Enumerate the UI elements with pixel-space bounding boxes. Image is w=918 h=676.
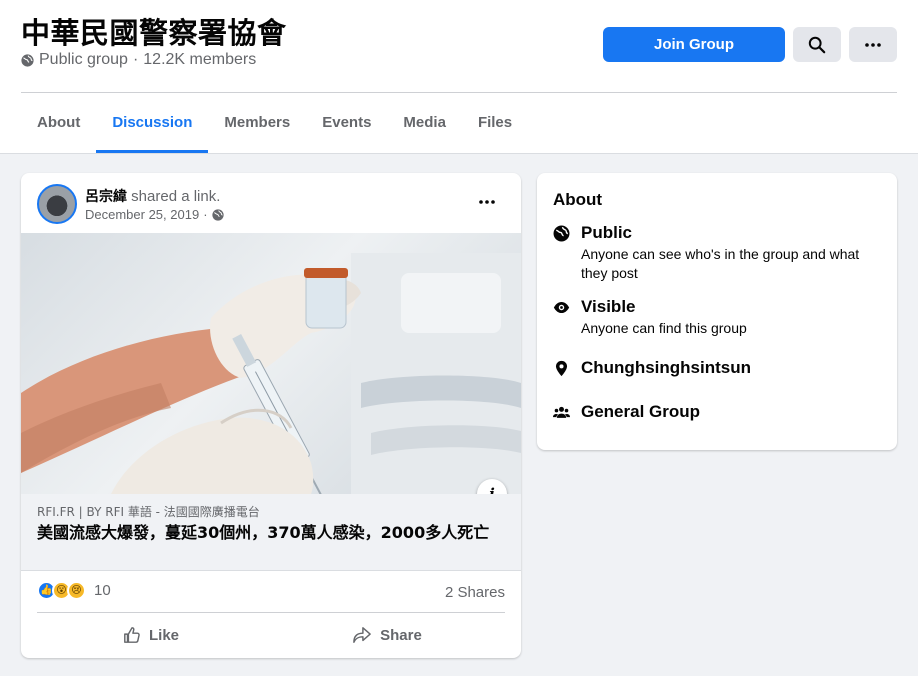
tab-media[interactable]: Media [387,93,462,153]
post-card: 呂宗緯 shared a link. December 25, 2019 · R… [21,173,521,658]
link-preview-image[interactable] [21,233,521,494]
shares-count[interactable]: 2 Shares [445,584,505,601]
tab-events[interactable]: Events [306,93,387,153]
post-author-name[interactable]: 呂宗緯 [85,189,127,205]
about-item-title: Visible [581,297,636,316]
group-header: 中華民國警察署協會 Public group · 12.2K members J… [0,0,918,154]
about-item-location: Chunghsinghsintsun [553,358,751,382]
tab-discussion[interactable]: Discussion [96,93,209,153]
join-group-button[interactable]: Join Group [603,27,785,62]
share-label: Share [380,626,422,644]
about-item-group-type: General Group [553,402,700,426]
post-date[interactable]: December 25, 2019 [85,207,199,222]
search-button[interactable] [793,27,841,62]
group-members-count[interactable]: 12.2K members [143,51,256,69]
date-separator: · [203,207,208,222]
eye-icon [553,301,570,314]
post-date-line: December 25, 2019 · [85,207,224,222]
link-title[interactable]: 美國流感大爆發，蔓延30個州，370萬人感染，2000多人死亡 [37,523,497,543]
author-avatar[interactable] [37,184,77,224]
sad-reaction-icon: 😢 [67,581,86,600]
tab-members[interactable]: Members [208,93,306,153]
tab-files[interactable]: Files [462,93,528,153]
link-preview[interactable]: RFI.FR | BY RFI 華語 - 法國國際廣播電台 美國流感大爆發，蔓延… [21,494,521,571]
search-icon [808,36,826,53]
meta-separator: · [132,51,139,68]
about-item-title: Public [581,223,633,242]
people-icon [553,406,570,418]
post-options-button[interactable] [471,190,503,214]
tab-about[interactable]: About [21,93,96,153]
share-button[interactable]: Share [277,618,497,652]
like-label: Like [148,626,179,644]
about-item-title[interactable]: Chunghsinghsintsun [581,358,751,378]
reaction-count: 10 [94,582,111,599]
more-icon [479,200,495,204]
about-item-desc: Anyone can find this group [581,320,747,336]
more-options-button[interactable] [849,27,897,62]
more-icon [865,42,881,47]
group-privacy: Public group [39,51,128,68]
group-tabs: About Discussion Members Events Media Fi… [21,93,528,153]
vaccine-syringe-illustration [21,253,521,494]
globe-icon [211,208,224,221]
about-title: About [553,190,603,209]
about-card: About Public Anyone can see who's in the… [537,173,897,450]
post-author-line: 呂宗緯 shared a link. [85,186,220,206]
about-item-visible: Visible Anyone can find this group [553,297,871,338]
post-action-text: shared a link. [131,188,221,205]
location-pin-icon [555,360,568,377]
about-item-title: General Group [581,402,701,421]
reactions-summary[interactable]: 👍 😮 😢 10 [37,581,111,600]
actions-divider [37,612,505,613]
globe-icon [553,225,570,242]
link-source: RFI.FR | BY RFI 華語 - 法國國際廣播電台 [37,505,260,519]
group-title: 中華民國警察署協會 [21,16,287,50]
like-button[interactable]: Like [41,618,261,652]
globe-icon [21,53,34,67]
share-icon [353,627,371,643]
about-item-public: Public Anyone can see who's in the group… [553,223,871,283]
thumbs-up-icon [124,627,140,643]
about-item-desc: Anyone can see who's in the group and wh… [581,246,860,281]
group-meta: Public group · 12.2K members [21,51,256,69]
